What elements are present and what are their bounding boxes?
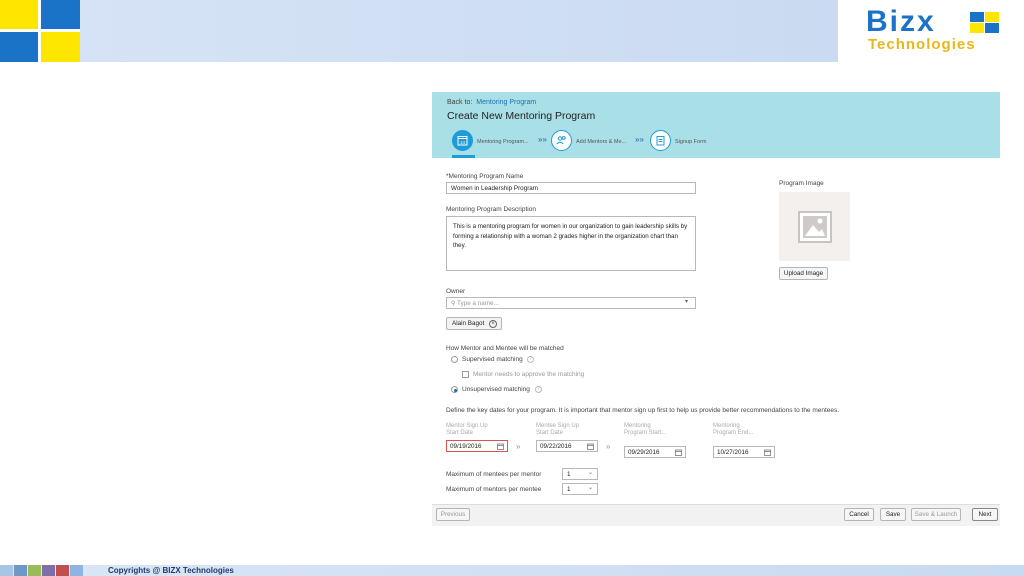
decor-square-yellow xyxy=(0,0,40,30)
logo-squares-icon xyxy=(970,12,1000,34)
help-icon[interactable]: ? xyxy=(535,386,542,393)
chevron-down-icon: ⌄ xyxy=(587,470,593,476)
footer-color-box xyxy=(0,565,13,576)
next-button[interactable]: Next xyxy=(972,508,998,521)
form-footer: Previous Cancel Save Save & Launch Next xyxy=(432,504,1000,526)
step-separator-icon: »» xyxy=(538,135,547,144)
mentee-signup-date-label: Mentee Sign Up Start Date xyxy=(536,423,580,436)
dropdown-caret-icon[interactable]: ▾ xyxy=(685,299,688,306)
footer-color-box xyxy=(14,565,27,576)
decor-square-yellow xyxy=(40,30,80,62)
mentee-signup-date-input[interactable]: 09/22/2016 xyxy=(536,440,598,452)
program-start-date-label: Mentoring Program Start... xyxy=(624,423,667,436)
owner-label: Owner xyxy=(446,288,466,295)
footer-color-box xyxy=(42,565,55,576)
cancel-button[interactable]: Cancel xyxy=(844,508,874,521)
program-end-date-input[interactable]: 10/27/2016 xyxy=(713,446,775,458)
mentor-approve-checkbox[interactable] xyxy=(462,371,469,378)
calendar-icon: 14 xyxy=(452,130,473,151)
clipboard-icon xyxy=(650,130,671,151)
max-mentors-select[interactable]: 1 ⌄ xyxy=(562,483,598,495)
step-label: Mentoring Program... xyxy=(477,139,529,145)
decor-divider xyxy=(0,29,80,32)
mentor-signup-date-label: Mentor Sign Up Start Date xyxy=(446,423,488,436)
users-icon xyxy=(551,130,572,151)
footer-color-box xyxy=(28,565,41,576)
remove-owner-icon[interactable]: × xyxy=(489,320,497,328)
owner-search-input[interactable]: ⚲ Type a name... ▾ xyxy=(446,297,696,309)
slide: Bizx Technologies Back to: Mentoring Prog… xyxy=(0,0,1024,576)
date-arrow-icon: » xyxy=(606,442,611,451)
step-label: Add Mentors & Me... xyxy=(576,139,627,145)
footer-color-box xyxy=(70,565,83,576)
decor-square-blue xyxy=(40,0,80,30)
svg-text:14: 14 xyxy=(460,140,466,145)
save-button[interactable]: Save xyxy=(880,508,906,521)
program-name-label: *Mentoring Program Name xyxy=(446,173,524,180)
form-header: Back to: Mentoring Program Create New Men… xyxy=(432,92,1000,158)
create-program-form: Back to: Mentoring Program Create New Men… xyxy=(432,92,1000,526)
search-icon: ⚲ xyxy=(451,301,456,307)
breadcrumb-prefix: Back to: xyxy=(447,99,473,106)
date-arrow-icon: » xyxy=(516,442,521,451)
footer-color-box xyxy=(56,565,69,576)
calendar-icon[interactable] xyxy=(764,449,771,456)
bizx-logo: Bizx Technologies xyxy=(866,6,1016,56)
program-start-date-input[interactable]: 09/29/2016 xyxy=(624,446,686,458)
program-description-label: Mentoring Program Description xyxy=(446,206,536,213)
program-image-label: Program Image xyxy=(779,180,824,187)
chevron-down-icon: ⌄ xyxy=(587,485,593,491)
logo-wordmark: Bizx xyxy=(866,5,936,38)
program-end-date-label: Mentoring Program End... xyxy=(713,423,754,436)
max-mentors-label: Maximum of mentors per mentee xyxy=(446,486,542,493)
back-link[interactable]: Mentoring Program xyxy=(476,99,536,106)
owner-chip: Alain Bagot × xyxy=(446,317,502,330)
supervised-label: Supervised matching xyxy=(462,356,523,363)
image-icon xyxy=(797,210,832,243)
max-mentees-label: Maximum of mentees per mentor xyxy=(446,471,542,478)
step-label: Signup Form xyxy=(675,139,707,145)
decor-square-blue xyxy=(0,30,40,62)
supervised-radio[interactable] xyxy=(451,356,458,363)
step-separator-icon: »» xyxy=(635,135,644,144)
program-name-input[interactable]: Women in Leadership Program xyxy=(446,182,696,194)
upload-image-button[interactable]: Upload Image xyxy=(779,267,828,280)
logo-subtitle: Technologies xyxy=(868,36,976,53)
program-image-placeholder xyxy=(779,192,850,261)
calendar-icon[interactable] xyxy=(497,443,504,450)
breadcrumb: Back to: Mentoring Program xyxy=(447,99,536,106)
calendar-icon[interactable] xyxy=(675,449,682,456)
mentor-signup-date-input[interactable]: 09/19/2016 xyxy=(446,440,508,452)
previous-button[interactable]: Previous xyxy=(436,508,470,521)
help-icon[interactable]: ? xyxy=(527,356,534,363)
dates-intro: Define the key dates for your program. I… xyxy=(446,407,840,414)
unsupervised-radio[interactable] xyxy=(451,386,458,393)
copyright-text: Copyrights @ BIZX Technologies xyxy=(108,566,234,575)
calendar-icon[interactable] xyxy=(587,443,594,450)
active-step-indicator xyxy=(452,155,475,158)
unsupervised-label: Unsupervised matching xyxy=(462,386,530,393)
program-description-textarea[interactable]: This is a mentoring program for women in… xyxy=(446,216,696,271)
matching-label: How Mentor and Mentee will be matched xyxy=(446,345,564,352)
max-mentees-select[interactable]: 1 ⌄ xyxy=(562,468,598,480)
owner-chip-label: Alain Bagot xyxy=(452,320,485,327)
owner-placeholder: Type a name... xyxy=(457,300,499,307)
page-title: Create New Mentoring Program xyxy=(447,110,596,122)
save-launch-button[interactable]: Save & Launch xyxy=(911,508,961,521)
mentor-approve-label: Mentor needs to approve the matching xyxy=(473,371,585,378)
